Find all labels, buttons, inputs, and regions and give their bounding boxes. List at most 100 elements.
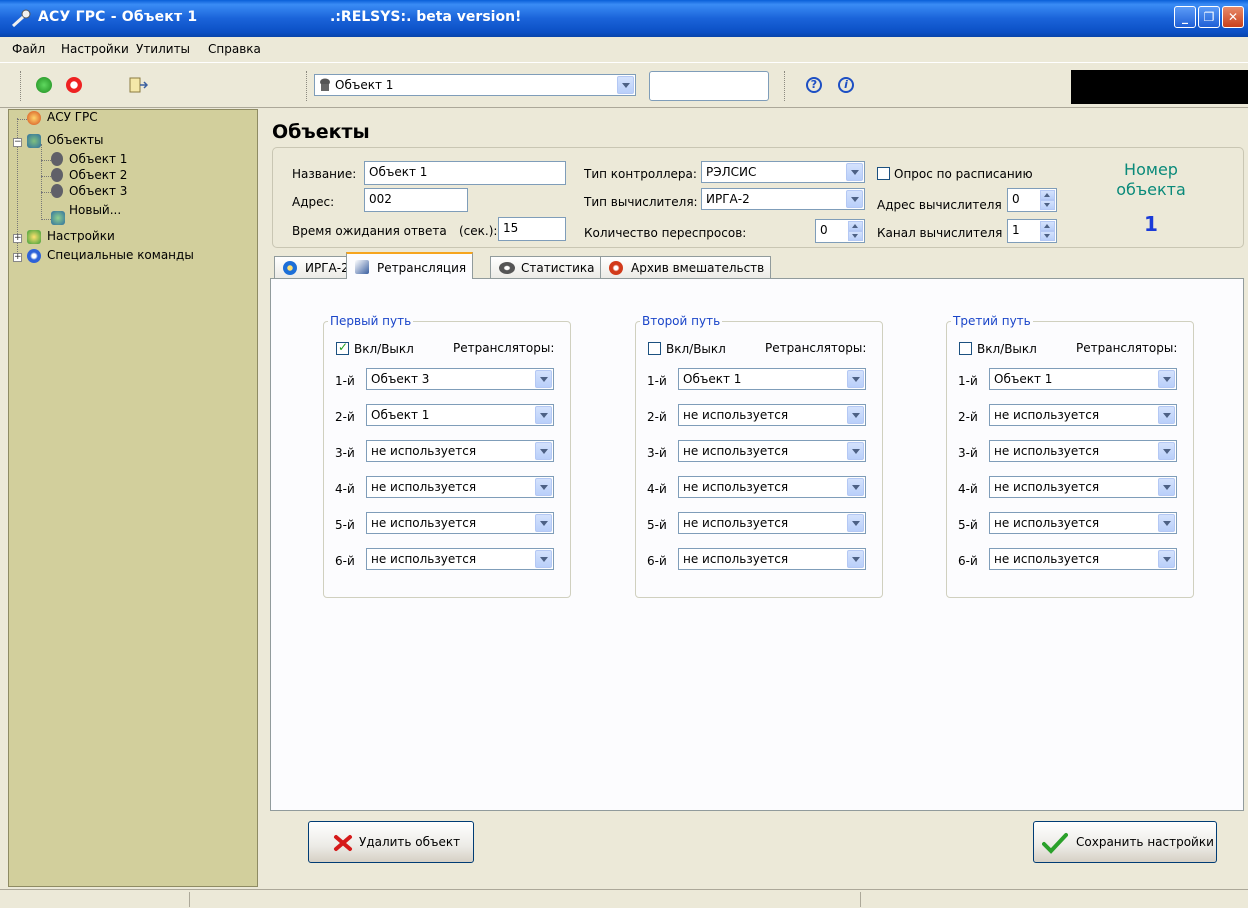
tree-object-3[interactable]: Объект 3	[69, 184, 127, 198]
chevron-down-icon[interactable]	[847, 514, 864, 532]
repeater-select[interactable]: не используется	[366, 476, 554, 498]
path-enabled-checkbox[interactable]	[648, 342, 661, 355]
stop-icon[interactable]	[66, 77, 82, 93]
repeater-select[interactable]: не используется	[678, 476, 866, 498]
chevron-down-icon[interactable]	[847, 442, 864, 460]
repeater-select[interactable]: не используется	[366, 548, 554, 570]
controller-select[interactable]: РЭЛСИС	[701, 161, 865, 183]
info-icon[interactable]: i	[838, 77, 854, 93]
repeater-row-label: 1-й	[958, 374, 978, 388]
chevron-down-icon[interactable]	[1158, 370, 1175, 388]
tree-root[interactable]: АСУ ГРС	[47, 110, 98, 124]
tree-new[interactable]: Новый...	[69, 203, 121, 217]
save-settings-button[interactable]: Сохранить настройки	[1033, 821, 1217, 863]
chevron-down-icon[interactable]	[1158, 514, 1175, 532]
chevron-down-icon[interactable]	[535, 550, 552, 568]
tab-intervention-archive[interactable]: Архив вмешательств	[600, 256, 772, 278]
retries-stepper[interactable]: 0	[815, 219, 865, 243]
window-title: АСУ ГРС - Объект 1	[38, 9, 198, 25]
chevron-down-icon[interactable]	[847, 478, 864, 496]
help-icon[interactable]: ?	[806, 77, 822, 93]
delete-object-button[interactable]: Удалить объект	[308, 821, 474, 863]
path-legend: Первый путь	[328, 314, 414, 328]
chevron-down-icon[interactable]	[1158, 478, 1175, 496]
search-input[interactable]	[649, 71, 769, 101]
path-enabled-checkbox[interactable]	[959, 342, 972, 355]
chevron-down-icon[interactable]	[535, 370, 552, 388]
repeater-row-label: 6-й	[647, 554, 667, 568]
chevron-down-icon[interactable]	[1158, 406, 1175, 424]
antenna-icon	[355, 260, 369, 274]
chevron-down-icon[interactable]	[1158, 550, 1175, 568]
repeater-select[interactable]: Объект 1	[989, 368, 1177, 390]
chevron-down-icon[interactable]	[846, 163, 863, 181]
schedule-checkbox[interactable]	[877, 167, 890, 180]
name-field[interactable]: Объект 1	[364, 161, 566, 185]
objects-icon	[27, 134, 41, 148]
tree-settings[interactable]: Настройки	[47, 229, 115, 243]
tab-statistics[interactable]: Статистика	[490, 256, 602, 278]
chevron-down-icon[interactable]	[847, 370, 864, 388]
address-field[interactable]: 002	[364, 188, 468, 212]
chevron-down-icon[interactable]	[1158, 442, 1175, 460]
expand-icon[interactable]: +	[13, 234, 22, 243]
tree-object-1[interactable]: Объект 1	[69, 152, 127, 166]
repeater-value: Объект 3	[371, 372, 430, 386]
chevron-down-icon[interactable]	[617, 76, 634, 94]
object-selector[interactable]: Объект 1	[314, 74, 636, 96]
chevron-down-icon[interactable]	[847, 406, 864, 424]
tree-objects[interactable]: Объекты	[47, 133, 103, 147]
repeater-select[interactable]: не используется	[989, 404, 1177, 426]
path-enabled-label: Вкл/Выкл	[354, 342, 414, 356]
repeater-select[interactable]: не используется	[989, 440, 1177, 462]
repeater-select[interactable]: не используется	[678, 548, 866, 570]
chevron-down-icon[interactable]	[535, 442, 552, 460]
calc-address-stepper[interactable]: 0	[1007, 188, 1057, 212]
collapse-icon[interactable]: −	[13, 138, 22, 147]
repeater-select[interactable]: Объект 1	[366, 404, 554, 426]
spin-down-icon[interactable]	[1040, 200, 1055, 210]
expand-icon[interactable]: +	[13, 253, 22, 262]
menu-utilities[interactable]: Утилиты	[136, 42, 190, 56]
repeater-value: не используется	[371, 516, 477, 530]
calc-channel-stepper[interactable]: 1	[1007, 219, 1057, 243]
minimize-button[interactable]: _	[1174, 6, 1196, 28]
repeater-select[interactable]: не используется	[989, 476, 1177, 498]
repeater-select[interactable]: Объект 1	[678, 368, 866, 390]
spin-up-icon[interactable]	[1040, 190, 1055, 200]
timeout-field[interactable]: 15	[498, 217, 566, 241]
command-icon	[27, 249, 41, 263]
repeater-select[interactable]: не используется	[989, 548, 1177, 570]
repeater-select[interactable]: Объект 3	[366, 368, 554, 390]
tab-irga2[interactable]: ИРГА-2	[274, 256, 356, 278]
tree-object-2[interactable]: Объект 2	[69, 168, 127, 182]
repeater-select[interactable]: не используется	[989, 512, 1177, 534]
repeater-select[interactable]: не используется	[678, 440, 866, 462]
repeater-select[interactable]: не используется	[678, 404, 866, 426]
repeater-select[interactable]: не используется	[366, 440, 554, 462]
menu-help[interactable]: Справка	[208, 42, 261, 56]
chevron-down-icon[interactable]	[847, 550, 864, 568]
add-icon[interactable]	[36, 77, 52, 93]
spin-up-icon[interactable]	[848, 221, 863, 231]
exit-icon[interactable]	[128, 76, 148, 94]
chevron-down-icon[interactable]	[846, 190, 863, 208]
path-enabled-checkbox[interactable]	[336, 340, 349, 355]
spin-up-icon[interactable]	[1040, 221, 1055, 231]
chevron-down-icon[interactable]	[535, 478, 552, 496]
close-button[interactable]: ✕	[1222, 6, 1244, 28]
restore-button[interactable]: ❐	[1198, 6, 1220, 28]
repeater-select[interactable]: не используется	[366, 512, 554, 534]
object-icon	[51, 152, 63, 166]
spin-down-icon[interactable]	[848, 231, 863, 241]
menu-settings[interactable]: Настройки	[61, 42, 129, 56]
chevron-down-icon[interactable]	[535, 514, 552, 532]
menu-file[interactable]: Файл	[12, 42, 45, 56]
spin-down-icon[interactable]	[1040, 231, 1055, 241]
tab-retranslation[interactable]: Ретрансляция	[346, 252, 474, 279]
chevron-down-icon[interactable]	[535, 406, 552, 424]
tree-special-commands[interactable]: Специальные команды	[47, 248, 194, 262]
repeater-row-label: 6-й	[958, 554, 978, 568]
calc-type-select[interactable]: ИРГА-2	[701, 188, 865, 210]
repeater-select[interactable]: не используется	[678, 512, 866, 534]
